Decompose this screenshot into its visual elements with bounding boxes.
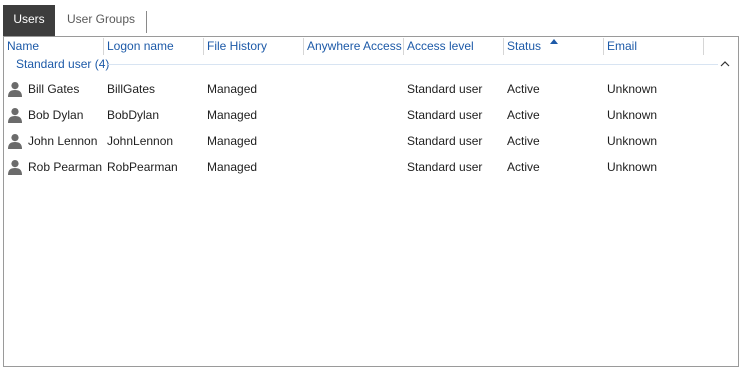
cell-name: John Lennon [28, 134, 98, 148]
column-header-row: Name Logon name File History Anywhere Ac… [4, 37, 738, 56]
table-row[interactable]: Bill Gates BillGates Managed Standard us… [4, 76, 738, 102]
users-list-view[interactable]: Name Logon name File History Anywhere Ac… [3, 36, 739, 367]
cell-status: Active [507, 82, 540, 96]
cell-access-level: Standard user [407, 108, 483, 122]
group-header-standard-user[interactable]: Standard user (4) [4, 56, 738, 74]
tab-user-groups[interactable]: User Groups [57, 5, 145, 36]
column-header-name[interactable]: Name [4, 37, 104, 55]
cell-email: Unknown [607, 82, 658, 96]
column-header-file-history[interactable]: File History [204, 37, 304, 55]
tab-strip: Users User Groups [3, 5, 741, 37]
user-icon [8, 134, 22, 149]
user-icon [8, 108, 22, 123]
group-label: Standard user (4) [16, 57, 110, 71]
cell-name: Bill Gates [28, 82, 80, 96]
cell-file-history: Managed [207, 134, 258, 148]
user-icon [8, 160, 22, 175]
table-row[interactable]: Rob Pearman RobPearman Managed Standard … [4, 154, 738, 180]
cell-email: Unknown [607, 160, 658, 174]
sort-ascending-icon [550, 39, 558, 44]
table-row[interactable]: Bob Dylan BobDylan Managed Standard user… [4, 102, 738, 128]
cell-logon-name: JohnLennon [107, 134, 174, 148]
group-divider [108, 64, 718, 65]
cell-access-level: Standard user [407, 134, 483, 148]
table-row[interactable]: John Lennon JohnLennon Managed Standard … [4, 128, 738, 154]
cell-logon-name: BobDylan [107, 108, 160, 122]
chevron-up-icon[interactable] [718, 57, 732, 71]
cell-file-history: Managed [207, 108, 258, 122]
column-header-logon-name[interactable]: Logon name [104, 37, 204, 55]
cell-status: Active [507, 134, 540, 148]
tab-users[interactable]: Users [3, 5, 55, 36]
cell-name: Bob Dylan [28, 108, 84, 122]
cell-email: Unknown [607, 134, 658, 148]
cell-access-level: Standard user [407, 82, 483, 96]
cell-name: Rob Pearman [28, 160, 103, 174]
cell-status: Active [507, 108, 540, 122]
user-icon [8, 82, 22, 97]
column-divider[interactable] [703, 38, 704, 55]
column-header-email[interactable]: Email [604, 37, 704, 55]
tab-separator [146, 11, 147, 33]
cell-logon-name: BillGates [107, 82, 156, 96]
cell-email: Unknown [607, 108, 658, 122]
column-header-anywhere-access[interactable]: Anywhere Access [304, 37, 404, 55]
cell-file-history: Managed [207, 82, 258, 96]
cell-file-history: Managed [207, 160, 258, 174]
cell-logon-name: RobPearman [107, 160, 178, 174]
cell-status: Active [507, 160, 540, 174]
column-header-access-level[interactable]: Access level [404, 37, 504, 55]
cell-access-level: Standard user [407, 160, 483, 174]
